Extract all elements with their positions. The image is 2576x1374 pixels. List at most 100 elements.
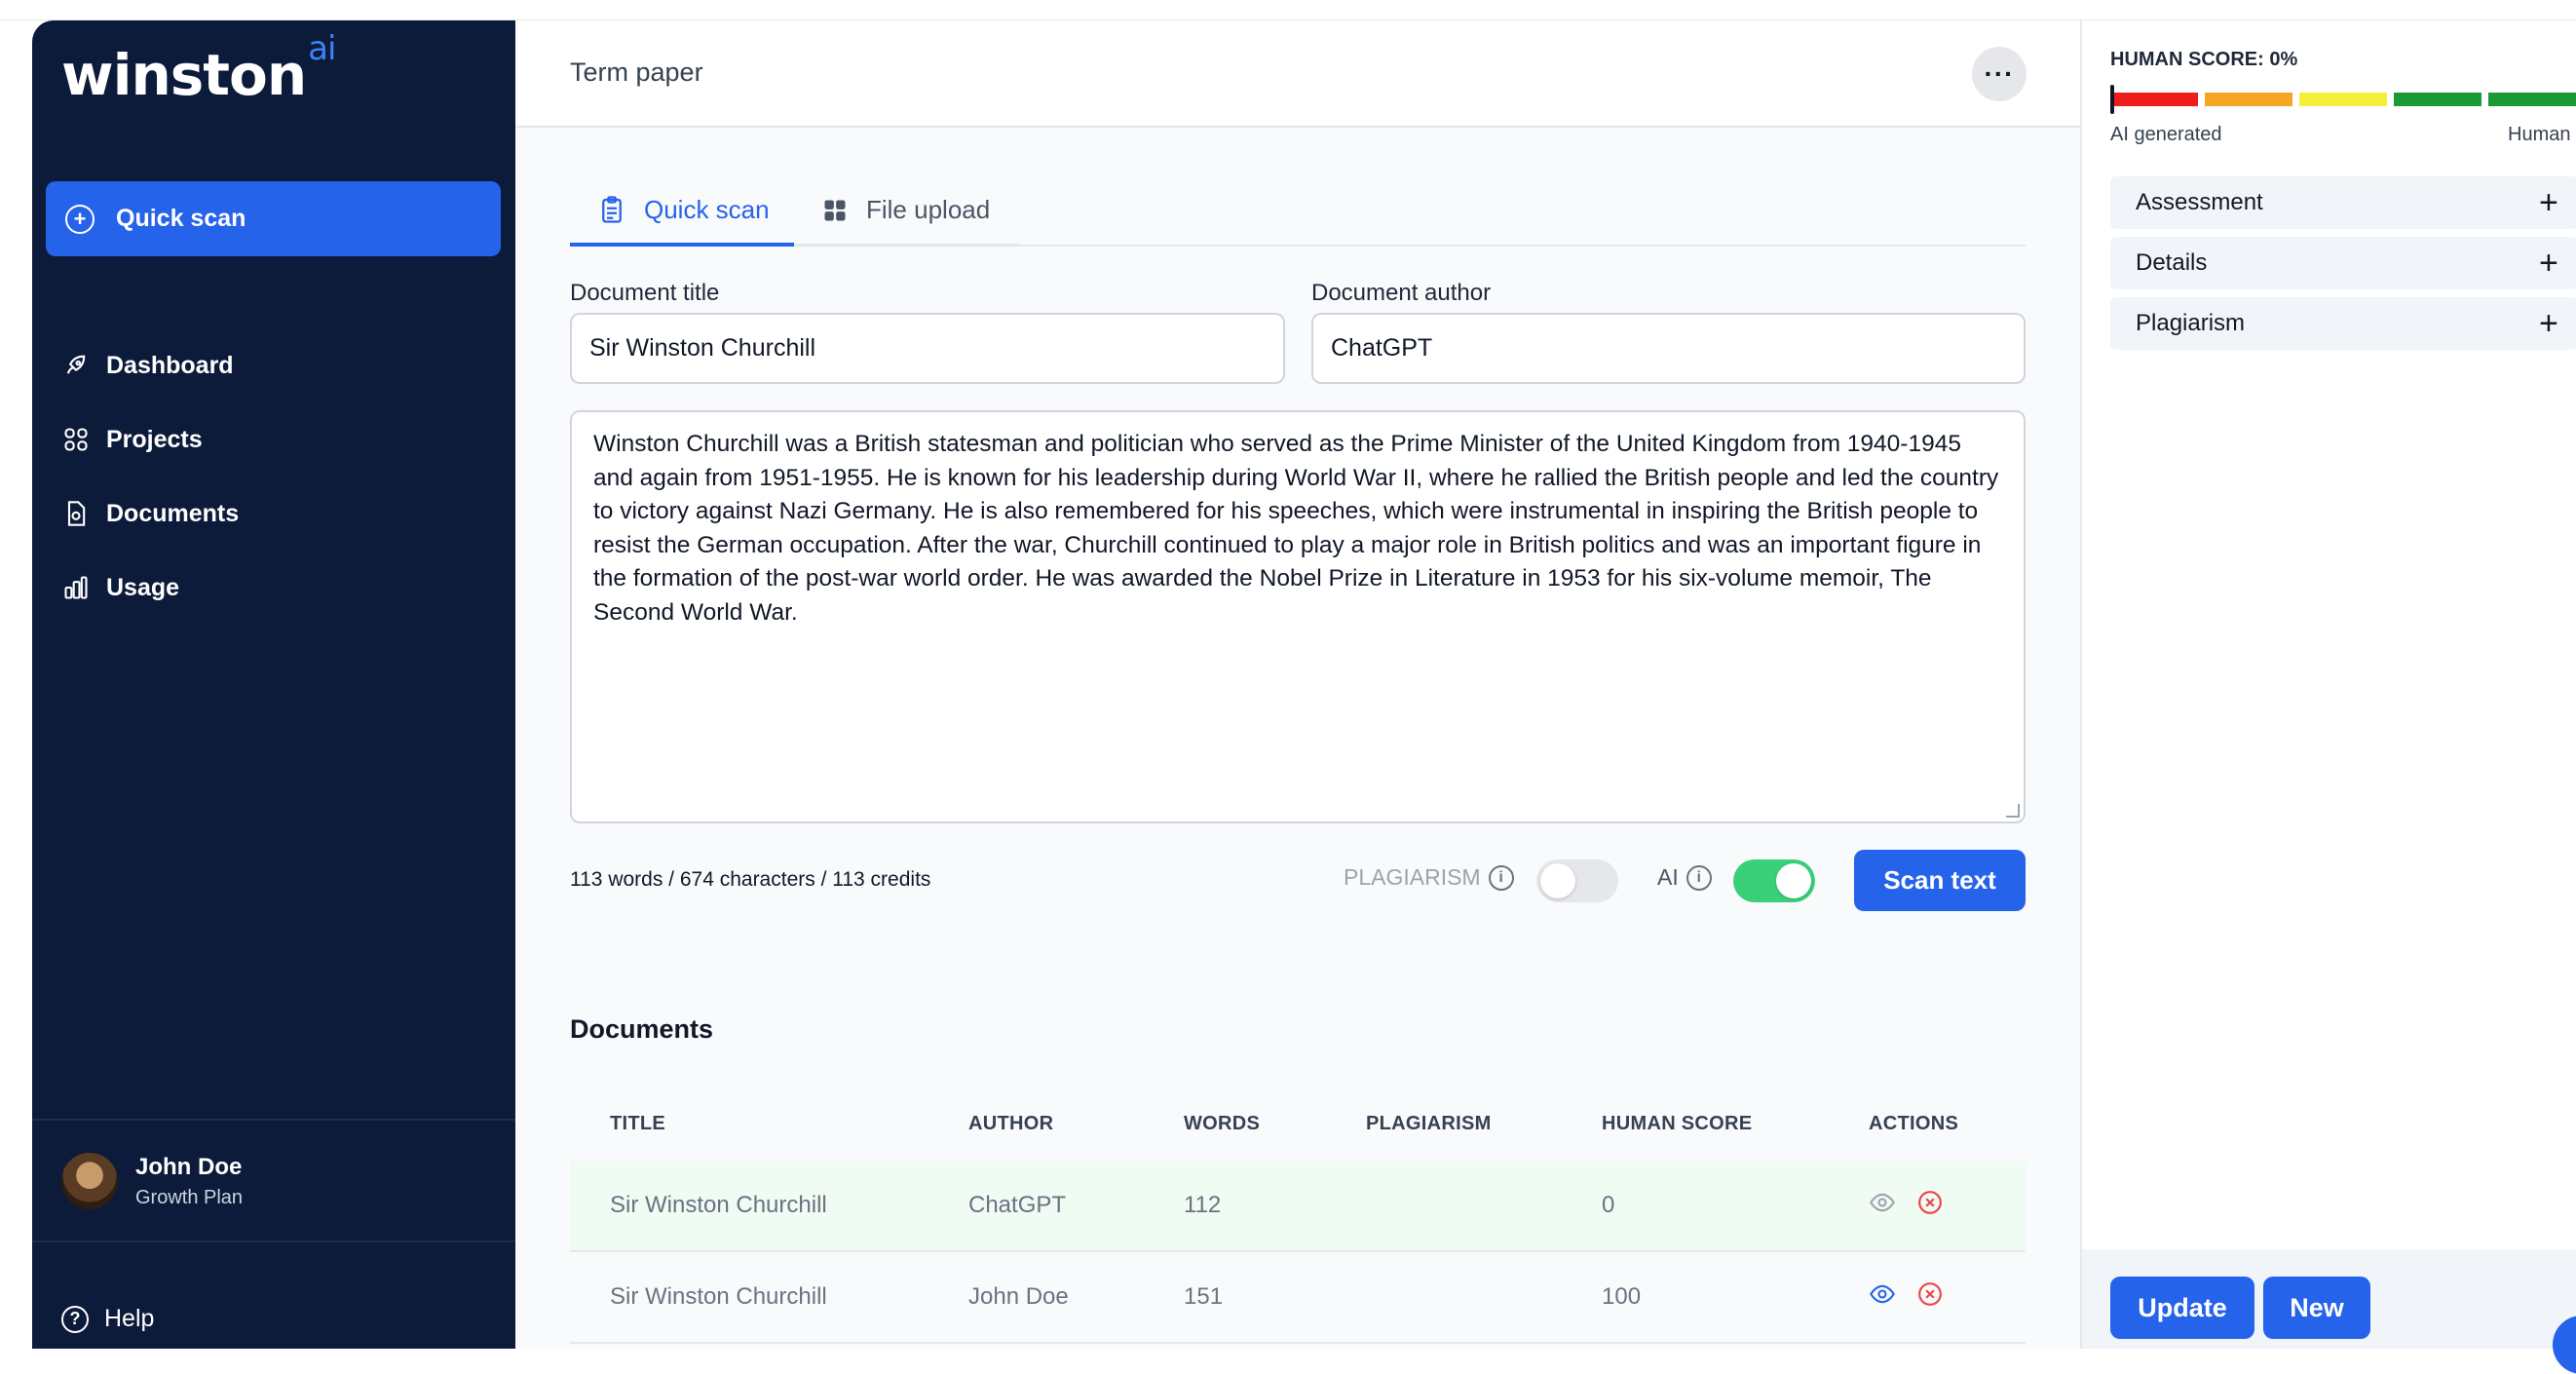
accordion-label: Plagiarism [2136,310,2246,336]
info-icon[interactable]: i [1488,864,1514,891]
user-profile[interactable]: John Doe Growth Plan [61,1153,243,1209]
meter-indicator [2110,85,2114,114]
column-header: WORDS [1184,1113,1261,1134]
more-icon: ··· [1984,58,2015,89]
row-actions [1869,1252,1943,1342]
clipboard-icon [597,195,626,224]
update-button[interactable]: Update [2110,1277,2254,1339]
plus-icon: + [2539,304,2558,342]
cell-title: Sir Winston Churchill [610,1283,827,1310]
documents-heading: Documents [570,1014,714,1044]
sidebar-item-documents[interactable]: Documents [61,477,239,551]
user-plan: Growth Plan [135,1186,244,1208]
tab-bar: Quick scan File upload [570,176,2026,247]
sidebar-divider [32,1240,515,1242]
resize-handle[interactable] [2006,804,2020,818]
word-count: 113 words / 674 characters / 113 credits [570,868,931,891]
scan-text-button[interactable]: Scan text [1854,850,2026,911]
sidebar-item-dashboard[interactable]: Dashboard [61,328,239,402]
accordion-details[interactable]: Details + [2110,237,2576,289]
delete-icon[interactable] [1917,1281,1943,1314]
document-text-area[interactable]: Winston Churchill was a British statesma… [570,410,2026,823]
accordion-plagiarism[interactable]: Plagiarism + [2110,297,2576,350]
scale-left-label: AI generated [2110,124,2222,145]
help-link[interactable]: ? Help [61,1305,154,1333]
plagiarism-toggle[interactable] [1536,859,1618,902]
main-content: Term paper ··· Quick scan File upload Do… [515,20,2080,1349]
sidebar-item-projects[interactable]: Projects [61,402,239,477]
toggle-knob [1540,863,1575,898]
tab-quick-scan[interactable]: Quick scan [570,176,794,247]
avatar [61,1153,118,1209]
accordion-assessment[interactable]: Assessment + [2110,176,2576,229]
cell-human-score: 100 [1602,1283,1642,1310]
new-button[interactable]: New [2263,1277,2370,1339]
accordion-label: Details [2136,249,2208,276]
ai-label: AI [1657,864,1679,890]
plus-icon: + [2539,244,2558,282]
bar-chart-icon [61,573,91,602]
sidebar-item-label: Documents [106,499,240,527]
sidebar: winstonai + Quick scan Dashboard Project… [32,20,515,1349]
help-icon: ? [61,1305,89,1333]
table-row[interactable]: Sir Winston Churchill ChatGPT 112 0 [570,1161,2026,1252]
scale-right-label: Human [2508,124,2571,145]
document-icon [61,499,91,528]
meter-segment [2394,93,2481,106]
rocket-icon [61,351,91,380]
column-header: HUMAN SCORE [1602,1113,1753,1134]
plus-circle-icon: + [65,204,95,234]
document-title-label: Document title [570,280,720,306]
ai-toggle[interactable] [1733,859,1815,902]
more-options-button[interactable]: ··· [1972,47,2027,101]
meter-segment [2205,93,2292,106]
brand-suffix: ai [308,28,336,68]
meter-segment [2488,93,2576,106]
page-title: Term paper [570,57,703,87]
apps-icon [821,197,849,224]
sidebar-nav: Dashboard Projects Documents Usage [61,328,239,625]
column-header: PLAGIARISM [1366,1113,1492,1134]
cell-words: 112 [1184,1192,1222,1218]
sidebar-item-label: Usage [106,573,180,601]
table-row[interactable]: Sir Winston Churchill John Doe 151 100 [570,1252,2026,1344]
sidebar-divider [32,1119,515,1121]
tab-label: Quick scan [644,194,770,224]
user-name: John Doe [135,1153,243,1180]
quick-scan-button[interactable]: + Quick scan [46,181,501,256]
brand-logo[interactable]: winstonai [61,29,336,108]
sidebar-item-usage[interactable]: Usage [61,551,239,625]
document-title-input[interactable]: Sir Winston Churchill [570,313,1285,384]
column-header: ACTIONS [1869,1113,1959,1134]
eye-icon[interactable] [1869,1189,1896,1223]
documents-table: TITLE AUTHOR WORDS PLAGIARISM HUMAN SCOR… [570,1088,2026,1344]
document-text: Winston Churchill was a British statesma… [593,431,1999,626]
column-header: TITLE [610,1113,666,1134]
plus-icon: + [2539,183,2558,221]
help-label: Help [104,1305,155,1332]
sidebar-item-label: Projects [106,425,203,453]
info-icon[interactable]: i [1686,864,1712,891]
human-score-label: HUMAN SCORE: 0% [2110,49,2298,70]
human-score-meter [2110,85,2576,114]
toggle-knob [1776,863,1811,898]
accordion-label: Assessment [2136,189,2263,215]
delete-icon[interactable] [1917,1190,1943,1222]
results-panel: HUMAN SCORE: 0% AI generated Human Asses… [2080,20,2576,1349]
eye-icon[interactable] [1869,1280,1896,1315]
row-actions [1869,1161,1943,1250]
cell-author: ChatGPT [968,1192,1067,1218]
tab-file-upload[interactable]: File upload [794,176,1020,247]
plagiarism-option: PLAGIARISM i [1344,864,1514,891]
cell-human-score: 0 [1602,1192,1615,1218]
quick-scan-label: Quick scan [116,205,246,232]
meter-segment [2299,93,2387,106]
cell-words: 151 [1184,1283,1224,1310]
cell-author: John Doe [968,1283,1069,1310]
plagiarism-label: PLAGIARISM [1344,864,1481,890]
grid-icon [61,425,91,454]
meter-segment [2110,93,2198,106]
header-bar: Term paper ··· [515,20,2080,128]
document-author-input[interactable]: ChatGPT [1311,313,2026,384]
tab-label: File upload [866,195,991,224]
